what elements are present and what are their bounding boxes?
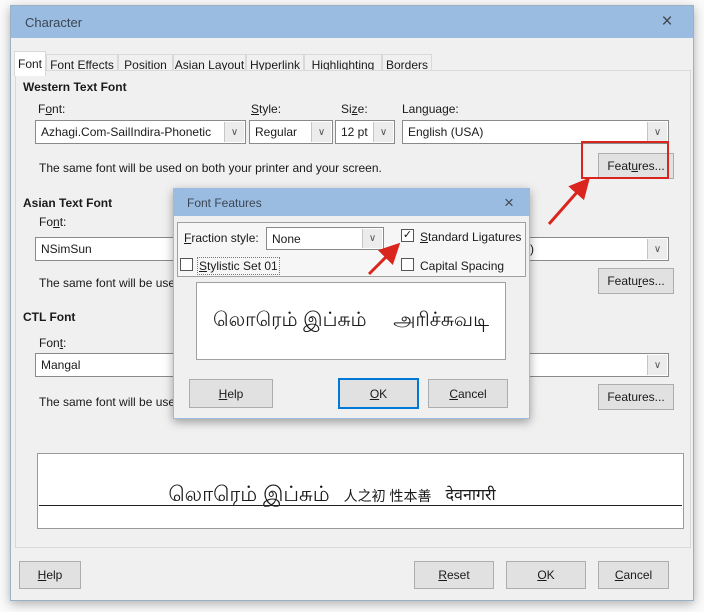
western-font-label: Font:	[38, 102, 66, 116]
dialog-title: Character	[25, 14, 83, 30]
ff-preview-tamil-1: லொரெம் இப்சும்	[213, 308, 367, 331]
chevron-down-icon[interactable]: ∨	[373, 122, 393, 142]
character-titlebar: Character	[11, 6, 693, 38]
font-features-preview-box: லொரெம் இப்சும் அரிச்சுவடி	[196, 282, 506, 360]
ctl-features-button[interactable]: Features...	[598, 384, 674, 410]
close-icon[interactable]: ×	[649, 6, 685, 38]
standard-ligatures-label[interactable]: Standard Ligatures	[420, 230, 521, 244]
western-size-select[interactable]: 12 pt ∨	[335, 120, 395, 144]
western-size-label: Size:	[341, 102, 368, 116]
font-features-titlebar: Font Features	[174, 189, 529, 216]
western-language-select[interactable]: English (USA) ∨	[402, 120, 669, 144]
standard-ligatures-checkbox[interactable]: ✓	[401, 229, 414, 242]
western-language-label: Language:	[402, 102, 459, 116]
chevron-down-icon[interactable]: ∨	[224, 122, 244, 142]
preview-tamil: லொரெம் இப்சும்	[168, 483, 330, 506]
preview-cjk: 人之初 性本善	[343, 487, 432, 504]
character-preview-box: லொரெம் இப்சும் 人之初 性本善 देवनागरी	[37, 453, 684, 529]
asian-section-title: Asian Text Font	[23, 196, 113, 210]
cancel-button[interactable]: Cancel	[598, 561, 669, 589]
font-features-dialog: Font Features × Fraction style: None ∨ ✓…	[173, 188, 530, 419]
preview-text: லொரெம் இப்சும் 人之初 性本善 देवनागरी	[122, 474, 542, 505]
help-button[interactable]: Help	[19, 561, 81, 589]
asian-features-button[interactable]: Features...	[598, 268, 674, 294]
preview-devanagari: देवनागरी	[445, 486, 496, 504]
western-font-select[interactable]: Azhagi.Com-SailIndira-Phonetic ∨	[35, 120, 246, 144]
ff-ok-button[interactable]: OK	[338, 378, 419, 409]
ff-cancel-button[interactable]: Cancel	[428, 379, 508, 408]
stylistic-set-checkbox[interactable]	[180, 258, 193, 271]
western-style-label: Style:	[251, 102, 282, 116]
chevron-down-icon[interactable]: ∨	[647, 122, 667, 142]
chevron-down-icon[interactable]: ∨	[647, 355, 667, 375]
western-note: The same font will be used on both your …	[39, 161, 382, 175]
close-icon[interactable]: ×	[491, 189, 527, 216]
chevron-down-icon[interactable]: ∨	[647, 239, 667, 259]
tab-font[interactable]: Font	[14, 51, 46, 76]
stylistic-set-label[interactable]: Stylistic Set 01	[197, 257, 280, 275]
western-style-select[interactable]: Regular ∨	[249, 120, 333, 144]
ctl-section-title: CTL Font	[23, 310, 76, 324]
chevron-down-icon[interactable]: ∨	[311, 122, 331, 142]
ff-preview-tamil-2: அரிச்சுவடி	[393, 308, 489, 331]
fraction-style-label: Fraction style:	[184, 231, 259, 245]
ctl-font-label: Font:	[39, 336, 67, 350]
fraction-style-select[interactable]: None ∨	[266, 227, 384, 250]
reset-button[interactable]: Reset	[414, 561, 494, 589]
check-icon: ✓	[402, 229, 413, 241]
chevron-down-icon[interactable]: ∨	[362, 229, 382, 248]
western-features-button[interactable]: Features...	[598, 153, 674, 179]
preview-underline	[39, 505, 682, 506]
font-features-title: Font Features	[187, 195, 262, 210]
capital-spacing-label[interactable]: Capital Spacing	[420, 259, 504, 273]
ff-help-button[interactable]: Help	[189, 379, 273, 408]
western-section-title: Western Text Font	[23, 80, 127, 94]
asian-font-label: Font:	[39, 215, 67, 229]
ok-button[interactable]: OK	[506, 561, 586, 589]
capital-spacing-checkbox[interactable]	[401, 258, 414, 271]
